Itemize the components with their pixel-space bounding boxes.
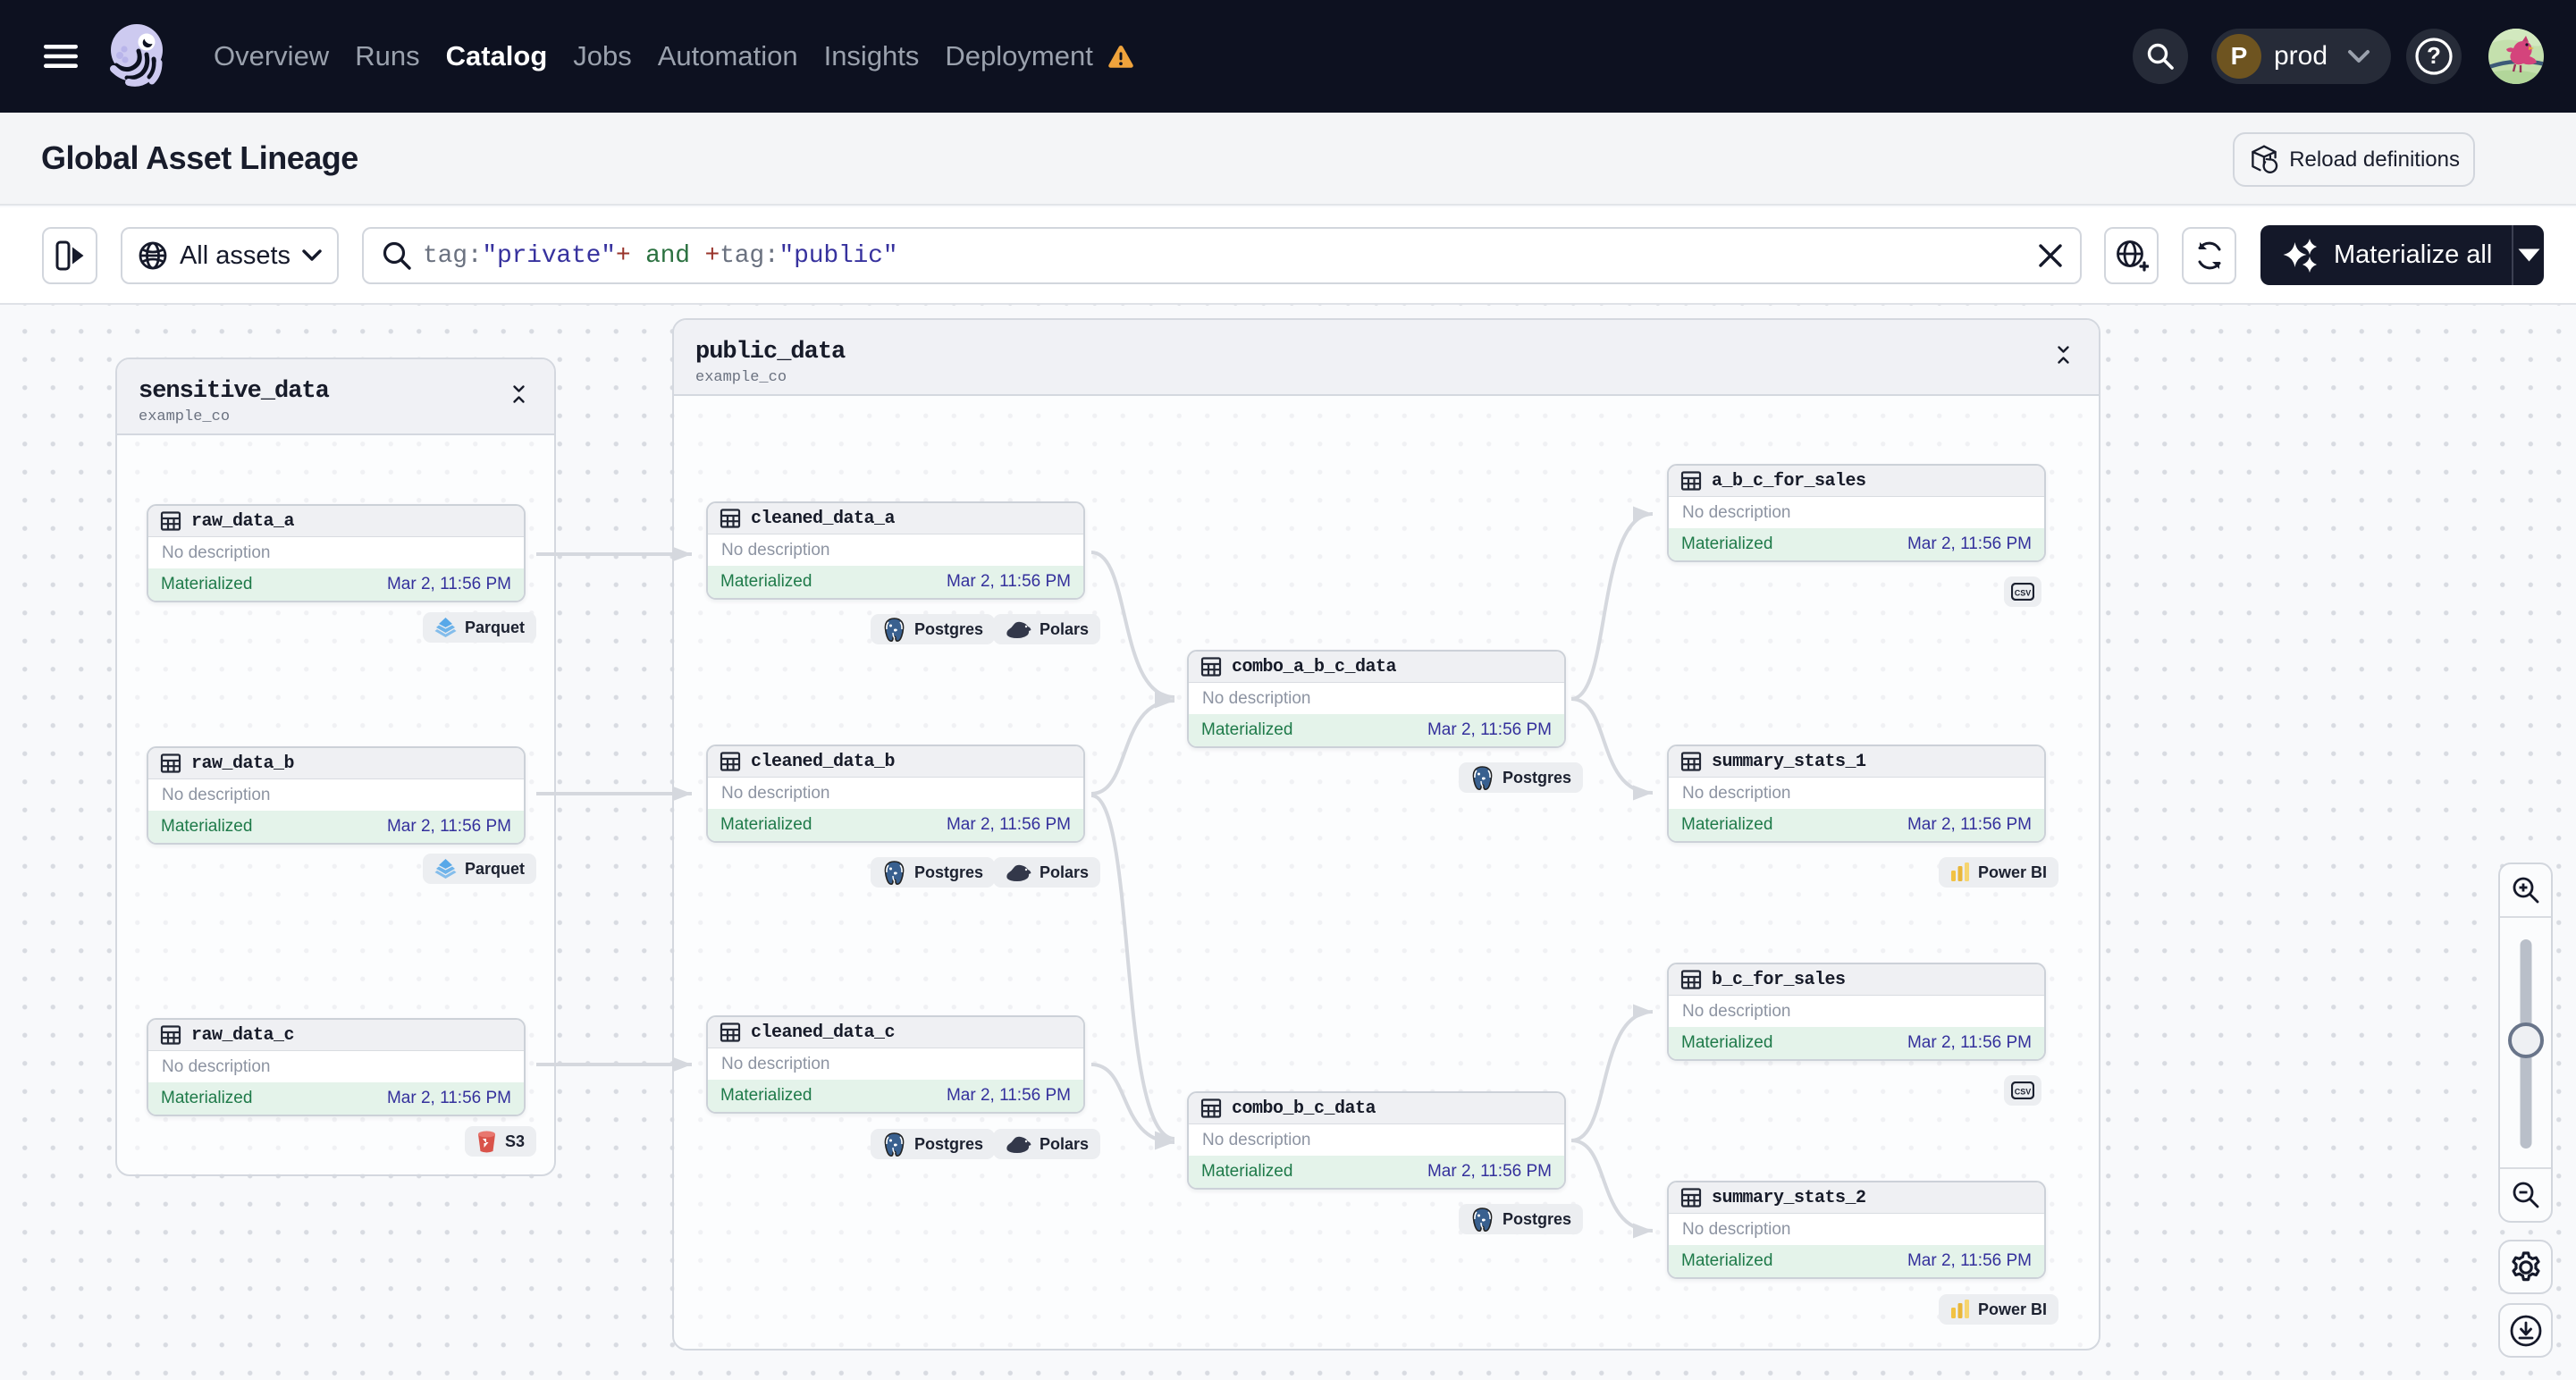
svg-text:?: ? [2427,42,2441,69]
svg-text:CSV: CSV [2015,1088,2032,1097]
svg-text:CSV: CSV [2015,589,2032,598]
